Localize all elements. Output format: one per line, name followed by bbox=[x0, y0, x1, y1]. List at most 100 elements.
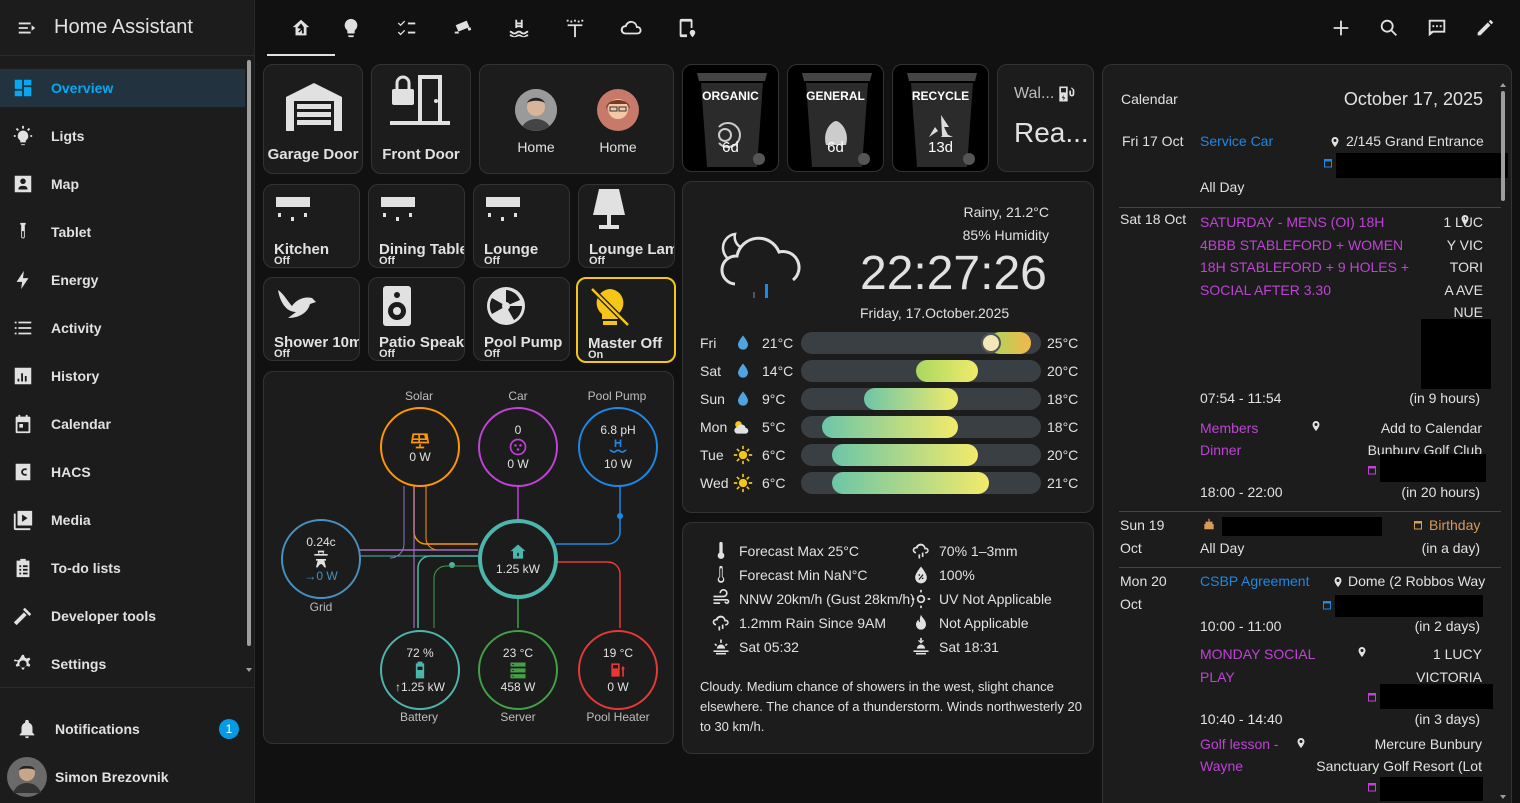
battery-label: Battery bbox=[399, 710, 438, 724]
event-title[interactable]: Members Dinner bbox=[1200, 417, 1290, 461]
sidebar-item-calendar[interactable]: Calendar bbox=[0, 405, 245, 443]
event-title[interactable]: Service Car bbox=[1200, 133, 1273, 149]
pool-pump-node[interactable]: 6.8 pH 10 W bbox=[578, 407, 658, 487]
event-location: Dome (2 Robbos Way bbox=[1348, 573, 1486, 589]
sidebar-item-label: History bbox=[51, 368, 100, 384]
edit-button[interactable] bbox=[1471, 14, 1499, 42]
person-avatar[interactable] bbox=[515, 89, 557, 131]
sidebar-item-activity[interactable]: Activity bbox=[0, 309, 245, 347]
event-title[interactable]: Golf lesson - Wayne bbox=[1200, 733, 1280, 777]
bin-recycle[interactable]: RECYCLE 13d bbox=[892, 64, 989, 172]
tab-pool[interactable] bbox=[491, 0, 547, 56]
chevron-up-icon[interactable] bbox=[1499, 81, 1507, 89]
garage-door-button[interactable]: Garage Door bbox=[263, 64, 363, 174]
sidebar-item-developer-tools[interactable]: Developer tools bbox=[0, 597, 245, 635]
menu-icon[interactable] bbox=[0, 17, 54, 39]
switch-pool-pump[interactable]: Pool Pump Off bbox=[473, 277, 570, 361]
front-door-button[interactable]: Front Door bbox=[371, 64, 471, 174]
heater-icon bbox=[611, 663, 625, 677]
switch-shower[interactable]: Shower 10m Off bbox=[263, 277, 360, 361]
sidebar-item-ligts[interactable]: Ligts bbox=[0, 117, 245, 155]
tab-sprinklers[interactable] bbox=[547, 0, 603, 56]
list-icon bbox=[14, 321, 32, 335]
forecast-high: 21°C bbox=[1047, 475, 1079, 491]
weather-card[interactable]: Rainy, 21.2°C 85% Humidity 22:27:26 Frid… bbox=[682, 181, 1094, 513]
grid-node[interactable]: 0.24c →0 W bbox=[281, 519, 361, 599]
tile-state: Off bbox=[379, 348, 395, 360]
sidebar-item-energy[interactable]: Energy bbox=[0, 261, 245, 299]
pump-icon bbox=[487, 287, 525, 325]
day-label: Oct bbox=[1120, 596, 1142, 612]
pool-pump-top: 6.8 pH bbox=[600, 423, 636, 437]
tab-lights[interactable] bbox=[323, 0, 379, 56]
event-title[interactable]: MONDAY SOCIAL PLAY bbox=[1200, 643, 1330, 689]
detail-text: 100% bbox=[939, 567, 975, 583]
sidebar-item-history[interactable]: History bbox=[0, 357, 245, 395]
event-title[interactable]: SATURDAY - MENS (OI) 18H 4BBB STABLEFORD… bbox=[1200, 211, 1422, 301]
car-node[interactable]: 0 0 W bbox=[478, 407, 558, 487]
sidebar-item-hacs[interactable]: HACS bbox=[0, 453, 245, 491]
bin-name: GENERAL bbox=[806, 89, 865, 103]
day-separator bbox=[1119, 207, 1501, 208]
persons-card: Home Home bbox=[479, 64, 674, 174]
sidebar-item-notifications[interactable]: Notifications 1 bbox=[0, 710, 255, 748]
sidebar-item-tablet[interactable]: Tablet bbox=[0, 213, 245, 251]
sidebar-item-media[interactable]: Media bbox=[0, 501, 245, 539]
bin-general[interactable]: GENERAL 6d bbox=[787, 64, 884, 172]
detail-text: Forecast Min NaN°C bbox=[739, 567, 868, 583]
scrollbar-thumb[interactable] bbox=[247, 60, 251, 646]
floor-lamp-icon bbox=[593, 189, 625, 229]
chevron-down-icon[interactable] bbox=[1499, 793, 1507, 801]
light-dining-table[interactable]: Dining Table Off bbox=[368, 184, 465, 268]
forecast-high: 18°C bbox=[1047, 419, 1079, 435]
home-icon bbox=[292, 19, 310, 36]
water-percent-icon bbox=[915, 566, 927, 584]
server-node[interactable]: 23 °C 458 W bbox=[478, 630, 558, 710]
light-lounge-lamp[interactable]: Lounge Lamp Off bbox=[578, 184, 675, 268]
light-kitchen[interactable]: Kitchen Off bbox=[263, 184, 360, 268]
calendar-card: Calendar October 17, 2025 Fri 17 Oct Ser… bbox=[1102, 64, 1512, 803]
sidebar-item-map[interactable]: Map bbox=[0, 165, 245, 203]
switch-master-off[interactable]: Master Off On bbox=[576, 277, 676, 363]
battery-node[interactable]: 72 % ↑1.25 kW bbox=[380, 630, 460, 710]
fire-icon bbox=[916, 614, 926, 630]
event-title[interactable]: CSBP Agreement bbox=[1200, 573, 1309, 589]
event-time: 07:54 - 11:54 bbox=[1200, 390, 1282, 406]
lightbulb-icon bbox=[13, 125, 33, 146]
detail-text: Sat 18:31 bbox=[939, 639, 999, 655]
tab-tablet[interactable] bbox=[659, 0, 715, 56]
calendar-scrollbar[interactable] bbox=[1499, 81, 1507, 803]
bin-days: 6d bbox=[722, 139, 739, 156]
home-node[interactable]: 1.25 kW bbox=[478, 519, 558, 599]
calendar-icon bbox=[1324, 159, 1332, 168]
tab-cameras[interactable] bbox=[435, 0, 491, 56]
bin-organic[interactable]: ORGANIC 6d bbox=[682, 64, 779, 172]
tab-checklist[interactable] bbox=[379, 0, 435, 56]
tab-weather[interactable] bbox=[603, 0, 659, 56]
detail-text: Sat 05:32 bbox=[739, 639, 799, 655]
sunset: Sat 18:31 bbox=[911, 637, 999, 657]
sidebar-item-user[interactable]: Simon Brezovnik bbox=[0, 757, 255, 797]
sidebar-scrollbar[interactable] bbox=[245, 56, 253, 686]
solar-node[interactable]: 0 W bbox=[380, 407, 460, 487]
search-button[interactable] bbox=[1375, 14, 1403, 42]
person-avatar[interactable] bbox=[597, 89, 639, 131]
chevron-down-icon[interactable] bbox=[245, 666, 253, 674]
sun-icon bbox=[911, 589, 931, 609]
pool-heater-node[interactable]: 19 °C 0 W bbox=[578, 630, 658, 710]
drop-icon bbox=[738, 335, 748, 350]
wallbox-card[interactable]: Wal... Rea... bbox=[997, 64, 1094, 172]
event-title[interactable]: Birthday bbox=[1429, 517, 1480, 533]
switch-patio-speaker[interactable]: Patio Speak. Off bbox=[368, 277, 465, 361]
sidebar-item-overview[interactable]: Overview bbox=[0, 69, 245, 107]
ev-plug-icon bbox=[509, 438, 527, 456]
assist-button[interactable] bbox=[1423, 14, 1451, 42]
wind: NNW 20km/h (Gust 28km/h) bbox=[711, 589, 915, 609]
tile-state: Off bbox=[484, 348, 500, 360]
scrollbar-thumb[interactable] bbox=[1501, 91, 1505, 201]
sidebar-item-todo[interactable]: To-do lists bbox=[0, 549, 245, 587]
light-lounge[interactable]: Lounge Off bbox=[473, 184, 570, 268]
sidebar-item-label: Notifications bbox=[55, 721, 140, 737]
sidebar-item-settings[interactable]: Settings bbox=[0, 645, 245, 683]
add-button[interactable] bbox=[1327, 14, 1355, 42]
